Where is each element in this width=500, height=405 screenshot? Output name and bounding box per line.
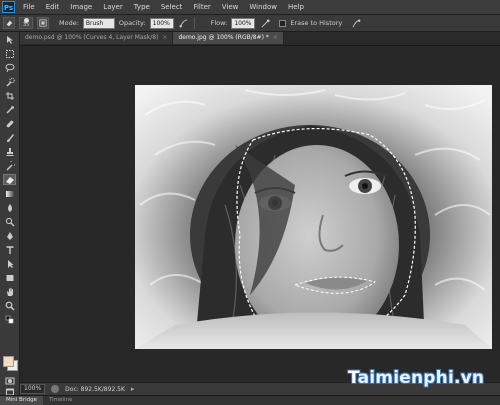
watermark-text: aimienphi.vn	[357, 368, 485, 388]
opacity-field[interactable]: 100%	[149, 17, 174, 29]
tab-label: demo.psd @ 100% (Curves 4, Layer Mask/8)	[25, 34, 159, 41]
lasso-tool-icon[interactable]	[3, 62, 16, 73]
doc-size-text: Doc: 892.5K/892.5K	[65, 385, 125, 393]
tab-demo-jpg[interactable]: demo.jpg @ 100% (RGB/8#) * ×	[173, 32, 284, 44]
pressure-size-icon[interactable]	[350, 17, 362, 29]
erase-to-history-checkbox[interactable]	[279, 19, 287, 27]
quick-selection-tool-icon[interactable]	[3, 76, 16, 87]
brush-tool-icon[interactable]	[3, 132, 16, 143]
menu-select[interactable]: Select	[161, 3, 183, 11]
eraser-tool-icon[interactable]	[3, 174, 16, 185]
menu-layer[interactable]: Layer	[103, 3, 123, 11]
tab-label: demo.jpg @ 100% (RGB/8#) *	[178, 34, 269, 41]
photoshop-logo-icon: Ps	[2, 1, 15, 13]
divider	[193, 17, 195, 29]
status-menu-icon[interactable]: ▸	[131, 385, 135, 393]
pressure-opacity-icon[interactable]	[178, 17, 190, 29]
healing-brush-tool-icon[interactable]	[3, 118, 16, 129]
document-photo[interactable]	[135, 85, 492, 349]
airbrush-icon[interactable]	[259, 17, 271, 29]
tab-demo-psd[interactable]: demo.psd @ 100% (Curves 4, Layer Mask/8)…	[20, 32, 174, 44]
options-bar: 35 Mode: Brush Opacity: 100% Flow: 100% …	[0, 15, 500, 32]
marquee-tool-icon[interactable]	[3, 48, 16, 59]
menu-filter[interactable]: Filter	[193, 3, 210, 11]
crop-tool-icon[interactable]	[3, 90, 16, 101]
menu-type[interactable]: Type	[134, 3, 150, 11]
watermark-initial: T	[348, 368, 358, 388]
menu-help[interactable]: Help	[288, 3, 304, 11]
hand-tool-icon[interactable]	[3, 286, 16, 297]
quick-mask-icon[interactable]	[3, 375, 16, 386]
menu-file[interactable]: File	[23, 3, 35, 11]
brush-panel-toggle-icon[interactable]	[37, 17, 49, 29]
mode-label: Mode:	[59, 19, 79, 27]
move-tool-icon[interactable]	[3, 34, 16, 45]
blur-tool-icon[interactable]	[3, 202, 16, 213]
default-colors-icon[interactable]	[3, 315, 16, 324]
brush-size-picker[interactable]: 35	[19, 17, 33, 29]
flow-field[interactable]: 100%	[231, 17, 256, 29]
dodge-tool-icon[interactable]	[3, 216, 16, 227]
close-icon[interactable]: ×	[273, 34, 278, 41]
erase-to-history-label: Erase to History	[290, 19, 343, 27]
eraser-preset-icon[interactable]	[3, 17, 15, 29]
menu-view[interactable]: View	[222, 3, 239, 11]
path-selection-tool-icon[interactable]	[3, 258, 16, 269]
eyedropper-tool-icon[interactable]	[3, 104, 16, 115]
zoom-field[interactable]: 100%	[20, 384, 46, 394]
mode-select[interactable]: Brush	[82, 17, 115, 29]
type-tool-icon[interactable]	[3, 244, 16, 255]
clone-stamp-tool-icon[interactable]	[3, 146, 16, 157]
foreground-color-swatch[interactable]	[3, 356, 14, 367]
opacity-label: Opacity:	[118, 19, 146, 27]
shape-tool-icon[interactable]	[3, 272, 16, 283]
watermark-logo: Taimienphi.vn	[348, 368, 484, 388]
menu-window[interactable]: Window	[249, 3, 277, 11]
document-tab-bar: demo.psd @ 100% (Curves 4, Layer Mask/8)…	[20, 32, 500, 46]
menu-image[interactable]: Image	[70, 3, 92, 11]
pen-tool-icon[interactable]	[3, 230, 16, 241]
toolbox	[0, 32, 20, 396]
gradient-tool-icon[interactable]	[3, 188, 16, 199]
zoom-tool-icon[interactable]	[3, 300, 16, 311]
flow-label: Flow:	[210, 19, 228, 27]
status-info-icon[interactable]	[51, 385, 60, 393]
brush-size-value: 35	[22, 22, 30, 28]
history-brush-tool-icon[interactable]	[3, 160, 16, 171]
menu-bar: Ps File Edit Image Layer Type Select Fil…	[0, 0, 500, 15]
close-icon[interactable]: ×	[162, 34, 167, 41]
menu-edit[interactable]: Edit	[46, 3, 60, 11]
